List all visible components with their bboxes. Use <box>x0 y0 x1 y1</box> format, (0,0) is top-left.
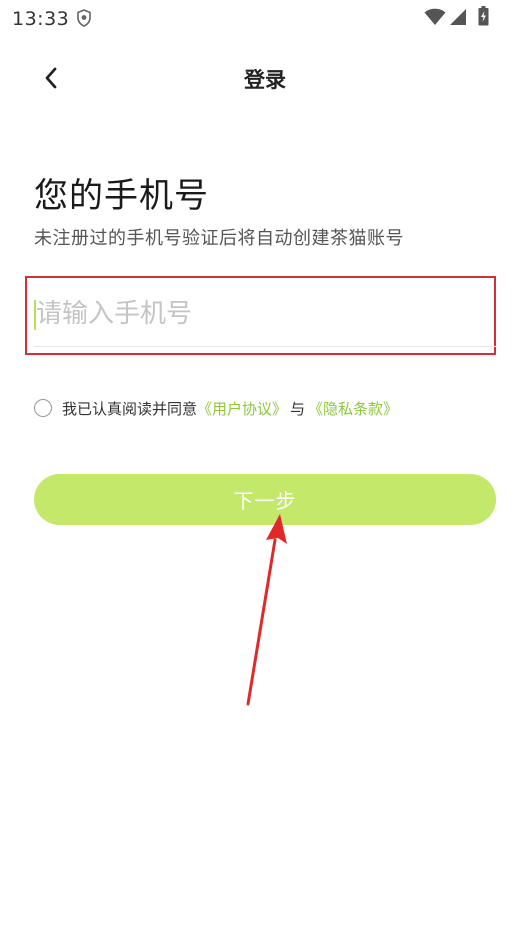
user-agreement-link[interactable]: 《用户协议》 <box>197 398 287 419</box>
privacy-policy-link[interactable]: 《隐私条款》 <box>308 398 398 419</box>
battery-icon <box>478 6 489 26</box>
agreement-row: 我已认真阅读并同意 《用户协议》 与 《隐私条款》 <box>34 396 398 420</box>
agreement-conjunction: 与 <box>290 399 306 418</box>
annotation-arrow-icon <box>246 514 287 706</box>
phone-subheading: 未注册过的手机号验证后将自动创建茶猫账号 <box>34 228 404 249</box>
status-time: 13:33 <box>12 8 70 30</box>
shield-icon <box>77 9 91 27</box>
nav-bar: 登录 <box>0 50 530 106</box>
input-underline <box>34 346 496 347</box>
signal-icon <box>450 9 466 25</box>
page-title: 登录 <box>244 68 286 92</box>
next-button[interactable]: 下一步 <box>34 474 496 525</box>
phone-input[interactable] <box>34 290 496 338</box>
text-caret <box>34 300 36 330</box>
status-bar: 13:33 <box>0 0 530 38</box>
agreement-checkbox[interactable] <box>34 399 52 417</box>
phone-heading: 您的手机号 <box>34 176 209 216</box>
agreement-text: 我已认真阅读并同意 <box>62 399 198 418</box>
wifi-icon <box>424 8 446 26</box>
